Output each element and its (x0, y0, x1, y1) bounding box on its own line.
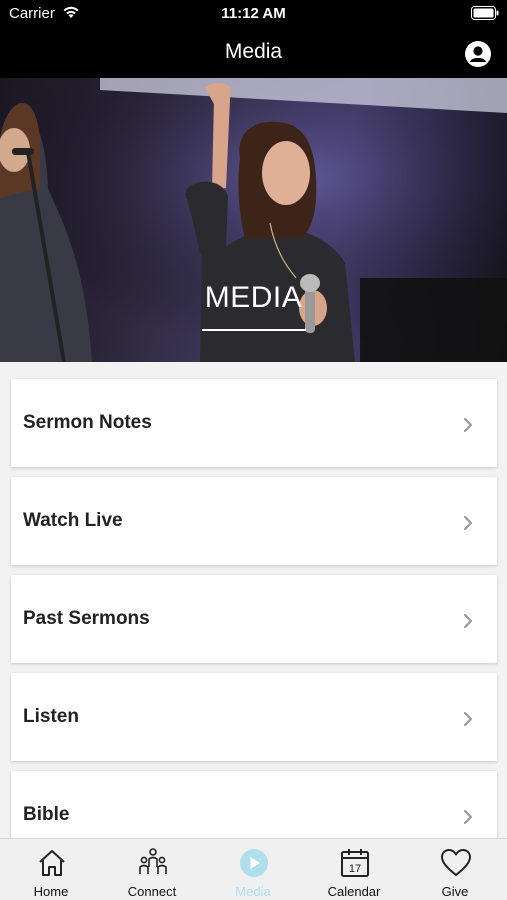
hero-banner: MEDIA (0, 78, 507, 362)
chevron-right-icon (463, 515, 473, 531)
people-icon (139, 848, 167, 874)
calendar-icon: 17 (341, 849, 369, 877)
chevron-right-icon (463, 809, 473, 825)
tab-label-media: Media (235, 884, 271, 899)
profile-button[interactable] (464, 40, 492, 68)
menu-item-label: Past Sermons (23, 608, 150, 629)
tab-connect[interactable]: Connect (102, 839, 202, 900)
menu-item-label: Sermon Notes (23, 412, 152, 433)
menu-item-sermon-notes[interactable]: Sermon Notes (11, 379, 497, 467)
menu-item-label: Bible (23, 804, 70, 825)
play-circle-icon (240, 849, 268, 877)
chevron-right-icon (463, 711, 473, 727)
tab-label-give: Give (441, 884, 469, 899)
tab-media[interactable]: Media (203, 839, 303, 900)
status-bar: Carrier 11:12 AM (0, 0, 507, 28)
tab-home[interactable]: Home (1, 839, 101, 900)
hero-underline (202, 329, 306, 331)
chevron-right-icon (463, 417, 473, 433)
calendar-day-number: 17 (349, 863, 361, 875)
menu-item-past-sermons[interactable]: Past Sermons (11, 575, 497, 663)
hero-title: MEDIA (204, 281, 303, 314)
media-menu: Sermon Notes Watch Live Past Sermons Lis… (11, 379, 497, 869)
page-title: Media (224, 40, 283, 63)
menu-item-listen[interactable]: Listen (11, 673, 497, 761)
tab-label-connect: Connect (127, 884, 177, 899)
menu-item-watch-live[interactable]: Watch Live (11, 477, 497, 565)
battery-icon (471, 6, 499, 25)
tab-give[interactable]: Give (405, 839, 505, 900)
home-icon (39, 850, 65, 876)
menu-item-label: Watch Live (23, 510, 123, 531)
tab-label-home: Home (33, 884, 69, 899)
user-icon (465, 41, 491, 67)
menu-item-label: Listen (23, 706, 79, 727)
tab-calendar[interactable]: 17 Calendar (304, 839, 404, 900)
worship-photo (0, 78, 507, 362)
chevron-right-icon (463, 613, 473, 629)
tab-bar: Home Connect Media 17 Calendar Give (0, 838, 507, 900)
heart-icon (441, 849, 471, 876)
navigation-bar: Media (0, 28, 507, 78)
status-time: 11:12 AM (221, 5, 286, 22)
tab-label-calendar: Calendar (327, 884, 381, 899)
